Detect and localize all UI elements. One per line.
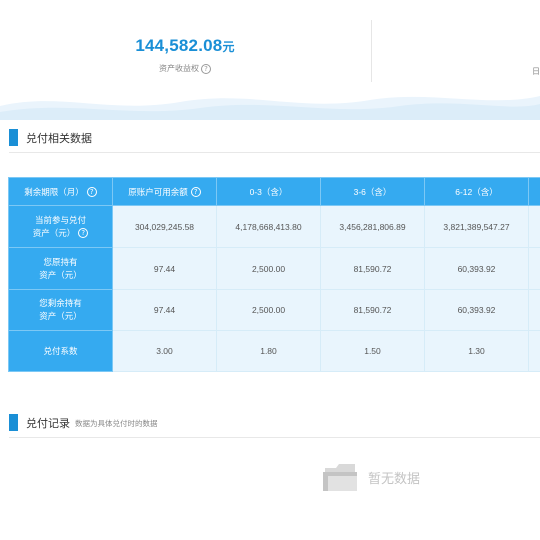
question-circle-icon[interactable]: ? [190,186,201,197]
row-header: 您原持有 资产（元） [8,247,113,290]
empty-state-text: 暂无数据 [368,470,421,486]
table-cell [528,289,540,331]
table-cell: 97.44 [112,247,217,290]
folder-icon [323,464,357,491]
table-cell [528,330,540,372]
section-title: 兑付记录 [26,417,70,430]
table-cell: 60,393.92 [424,247,529,290]
question-circle-icon[interactable]: ? [86,186,97,197]
section-header-records: 兑付记录 数据为具体兑付时的数据 [9,408,540,438]
table-cell: 3.00 [112,330,217,372]
row-header-line: 您剩余持有 [39,298,82,308]
row-header-line: 您原持有 [43,256,78,267]
table-cell: 97.44 [112,289,217,331]
question-circle-icon[interactable]: ? [201,63,211,74]
wave-decoration [0,96,540,120]
table-cell [528,205,540,248]
table-cell: 81,590.72 [320,289,425,331]
amount-label: 资产收益权 [159,64,199,73]
empty-state: 暂无数据 [322,460,420,494]
table-cell: 1.50 [320,330,425,372]
amount-unit: 元 [222,40,235,54]
row-header-line: 资产（元） [32,227,76,238]
question-circle-icon[interactable]: ? [78,228,89,238]
blue-bar-icon [9,414,18,431]
table-cell: 2,500.00 [216,247,321,290]
table-cell: 3,821,389,547.27 [424,205,529,248]
blue-bar-icon [9,129,18,146]
amount-value: 144,582.08 [135,36,223,55]
table-cell: 1.30 [424,330,529,372]
column-header: 剩余期限（月）? [8,177,113,206]
total-amount: 144,582.08元 [0,36,370,56]
section-header-data: 兑付相关数据 [9,123,540,153]
asset-summary: 144,582.08元 资产收益权 ? 日 [0,0,540,120]
column-header-label: 剩余期限（月） [24,186,84,197]
table-cell [528,247,540,290]
redemption-data-table: 剩余期限（月）? 原账户可用余额? 0-3（含） 3-6（含） 6-12（含） … [8,177,540,372]
table-row: 您原持有 资产（元） 97.44 2,500.00 81,590.72 60,3… [8,247,540,290]
row-header-line: 资产（元） [39,311,82,321]
column-header: 原账户可用余额? [112,177,217,206]
row-header: 当前参与兑付 资产（元）? [8,205,113,248]
table-row: 兑付系数 3.00 1.80 1.50 1.30 [8,330,540,372]
table-cell: 1.80 [216,330,321,372]
table-row: 当前参与兑付 资产（元）? 304,029,245.58 4,178,668,4… [8,205,540,248]
row-header-line: 当前参与兑付 [34,214,86,225]
summary-divider [371,20,372,82]
table-cell: 304,029,245.58 [112,205,217,248]
column-header-label: 原账户可用余额 [128,186,188,197]
table-cell: 81,590.72 [320,247,425,290]
column-header: 6-12（含） [424,177,529,206]
table-cell: 2,500.00 [216,289,321,331]
row-header: 兑付系数 [8,330,113,372]
section-subtitle: 数据为具体兑付时的数据 [75,419,158,428]
column-header: 3-6（含） [320,177,425,206]
row-header: 您剩余持有 资产（元） [8,289,113,331]
amount-block: 144,582.08元 资产收益权 ? [0,36,370,74]
column-header: 0-3（含） [216,177,321,206]
table-cell: 3,456,281,806.89 [320,205,425,248]
summary-right-label: 日 [532,67,540,76]
table-header-row: 剩余期限（月）? 原账户可用余额? 0-3（含） 3-6（含） 6-12（含） [8,177,540,206]
table-cell: 60,393.92 [424,289,529,331]
column-header [528,177,540,206]
table-cell: 4,178,668,413.80 [216,205,321,248]
row-header-line: 资产（元） [39,269,82,280]
section-title: 兑付相关数据 [26,132,92,145]
table-row: 您剩余持有 资产（元） 97.44 2,500.00 81,590.72 60,… [8,289,540,331]
amount-label-row: 资产收益权 ? [0,63,370,74]
